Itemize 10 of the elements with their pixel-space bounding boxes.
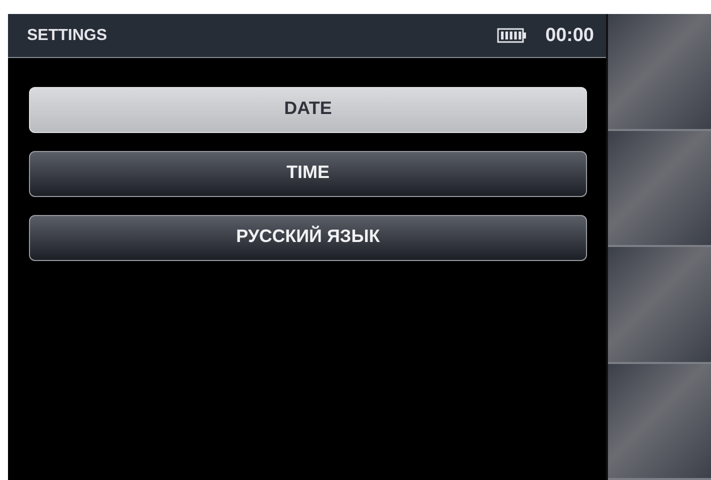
screen-title: SETTINGS [27,26,108,44]
soft-key[interactable] [608,364,711,480]
clock-time: 00:00 [545,24,594,46]
soft-key[interactable] [608,247,711,364]
menu-button[interactable]: TIME [29,151,587,197]
soft-key[interactable] [608,130,711,247]
menu-button[interactable]: РУССКИЙ ЯЗЫК [29,215,587,261]
menu-button[interactable]: DATE [29,87,587,133]
soft-key[interactable] [608,14,711,130]
battery-icon [497,28,528,43]
